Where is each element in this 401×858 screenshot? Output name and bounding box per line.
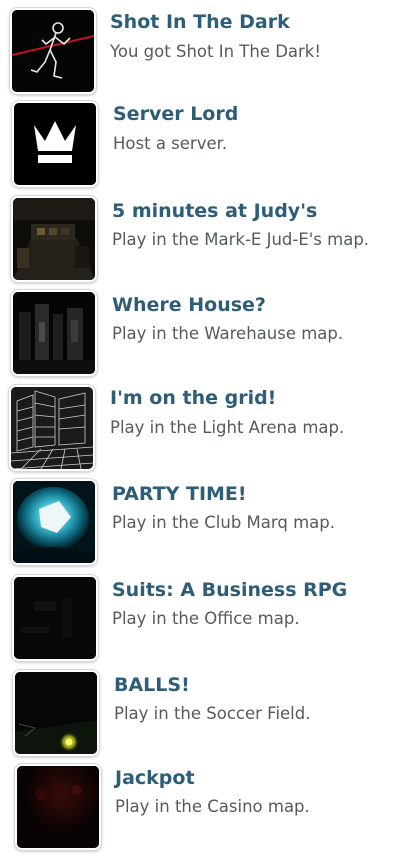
achievement-description: Play in the Mark-E Jud-E's map. xyxy=(112,230,370,249)
achievement-description: Play in the Light Arena map. xyxy=(110,418,345,437)
achievement-item: Jackpot Play in the Casino map. xyxy=(0,764,401,852)
achievement-title: Shot In The Dark xyxy=(110,11,290,33)
stick-figure-laser-icon xyxy=(10,8,96,94)
achievement-title: PARTY TIME! xyxy=(112,483,247,505)
dark-office-thumbnail xyxy=(12,575,98,661)
achievement-item: I'm on the grid! Play in the Light Arena… xyxy=(0,385,401,473)
achievement-title: Where House? xyxy=(112,294,266,316)
achievement-description: Host a server. xyxy=(113,134,228,153)
crown-icon xyxy=(12,101,98,187)
achievement-item: PARTY TIME! Play in the Club Marq map. xyxy=(0,479,401,567)
achievement-description: Play in the Warehause map. xyxy=(112,324,344,343)
achievement-title: I'm on the grid! xyxy=(110,387,277,409)
club-light-thumbnail xyxy=(11,479,97,565)
casino-thumbnail xyxy=(15,764,101,850)
achievement-title: Suits: A Business RPG xyxy=(112,579,348,601)
achievement-description: Play in the Casino map. xyxy=(115,797,310,816)
achievement-item: BALLS! Play in the Soccer Field. xyxy=(0,670,401,758)
achievement-title: 5 minutes at Judy's xyxy=(112,200,318,222)
soccer-field-thumbnail xyxy=(13,670,99,756)
achievement-description: You got Shot In The Dark! xyxy=(110,42,321,61)
achievement-item: Where House? Play in the Warehause map. xyxy=(0,290,401,378)
light-grid-thumbnail xyxy=(9,385,95,471)
achievement-item: Shot In The Dark You got Shot In The Dar… xyxy=(0,8,401,96)
achievement-item: Suits: A Business RPG Play in the Office… xyxy=(0,575,401,663)
achievement-description: Play in the Soccer Field. xyxy=(114,704,311,723)
achievement-item: 5 minutes at Judy's Play in the Mark-E J… xyxy=(0,196,401,284)
achievement-list: Shot In The Dark You got Shot In The Dar… xyxy=(0,0,401,858)
achievement-title: Server Lord xyxy=(113,103,239,125)
achievement-title: Jackpot xyxy=(115,767,195,789)
achievement-description: Play in the Office map. xyxy=(112,609,300,628)
judys-room-thumbnail xyxy=(11,196,97,282)
achievement-description: Play in the Club Marq map. xyxy=(112,513,336,532)
achievement-title: BALLS! xyxy=(114,674,190,696)
achievement-item: Server Lord Host a server. xyxy=(0,101,401,189)
warehouse-thumbnail xyxy=(11,290,97,376)
